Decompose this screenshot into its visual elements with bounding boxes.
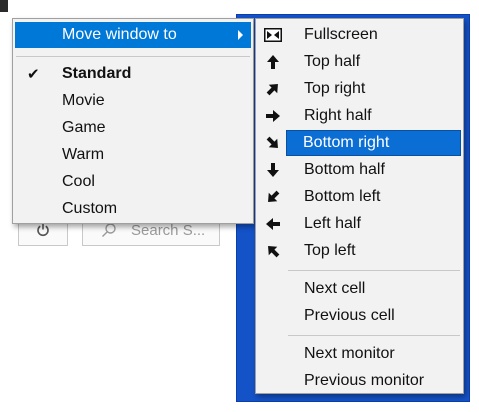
context-menu: Move window to ✔ Standard Movie Game War… — [12, 18, 254, 224]
fullscreen-icon — [264, 26, 282, 44]
menu-item-warm[interactable]: Warm — [15, 142, 251, 168]
menu-item-cool[interactable]: Cool — [15, 169, 251, 195]
arrow-up-icon — [264, 53, 282, 71]
menu-item-left-half[interactable]: Left half — [258, 211, 461, 237]
menu-item-label: Standard — [62, 65, 132, 82]
menu-item-label: Next monitor — [304, 345, 395, 362]
menu-item-standard[interactable]: ✔ Standard — [15, 61, 251, 87]
power-icon — [37, 224, 49, 237]
menu-item-label: Fullscreen — [304, 26, 378, 43]
menu-item-label: Top left — [304, 242, 356, 259]
checkmark-icon: ✔ — [27, 66, 40, 83]
arrow-down-left-icon — [264, 188, 282, 206]
menu-item-label: Next cell — [304, 280, 366, 297]
search-icon — [102, 223, 116, 237]
menu-item-fullscreen[interactable]: Fullscreen — [258, 22, 461, 48]
arrow-down-right-icon — [264, 134, 282, 152]
menu-separator — [16, 56, 250, 57]
menu-item-top-right[interactable]: Top right — [258, 76, 461, 102]
submenu-arrow-icon — [238, 30, 243, 40]
menu-item-right-half[interactable]: Right half — [258, 103, 461, 129]
menu-item-bottom-half[interactable]: Bottom half — [258, 157, 461, 183]
arrow-right-icon — [264, 107, 282, 125]
menu-item-movie[interactable]: Movie — [15, 88, 251, 114]
arrow-up-left-icon — [264, 242, 282, 260]
menu-item-label: Left half — [304, 215, 361, 232]
arrow-down-icon — [264, 161, 282, 179]
menu-item-custom[interactable]: Custom — [15, 196, 251, 222]
search-placeholder: Search S... — [131, 221, 206, 239]
menu-item-label: Warm — [62, 146, 105, 163]
menu-separator — [288, 270, 460, 271]
menu-item-label: Top half — [304, 53, 361, 70]
menu-item-label: Movie — [62, 92, 105, 109]
menu-item-game[interactable]: Game — [15, 115, 251, 141]
background-app-titlebar — [0, 0, 479, 12]
menu-item-next-monitor[interactable]: Next monitor — [258, 341, 461, 367]
arrow-up-right-icon — [264, 80, 282, 98]
menu-separator — [288, 335, 460, 336]
menu-item-label: Right half — [304, 107, 372, 124]
menu-item-label: Game — [62, 119, 106, 136]
menu-item-label: Move window to — [62, 26, 177, 43]
arrow-left-icon — [264, 215, 282, 233]
menu-item-top-half[interactable]: Top half — [258, 49, 461, 75]
menu-item-bottom-right[interactable]: Bottom right — [286, 130, 461, 156]
menu-item-label: Top right — [304, 80, 366, 97]
menu-item-label: Previous cell — [304, 307, 395, 324]
menu-item-previous-cell[interactable]: Previous cell — [258, 303, 461, 329]
menu-item-bottom-left[interactable]: Bottom left — [258, 184, 461, 210]
menu-item-label: Custom — [62, 200, 118, 217]
menu-item-top-left[interactable]: Top left — [258, 238, 461, 264]
menu-item-label: Bottom left — [304, 188, 381, 205]
menu-item-label: Previous monitor — [304, 372, 425, 389]
background-app-corner — [0, 0, 8, 12]
menu-item-label: Cool — [62, 173, 95, 190]
menu-item-next-cell[interactable]: Next cell — [258, 276, 461, 302]
menu-item-label: Bottom half — [304, 161, 385, 178]
menu-item-label: Bottom right — [303, 134, 390, 151]
move-window-submenu: Fullscreen Top half Top right Right half… — [255, 18, 464, 394]
screen: Search S... Move window to ✔ Standard Mo… — [0, 0, 479, 412]
menu-item-previous-monitor[interactable]: Previous monitor — [258, 368, 461, 394]
menu-item-move-window-to[interactable]: Move window to — [15, 22, 251, 48]
